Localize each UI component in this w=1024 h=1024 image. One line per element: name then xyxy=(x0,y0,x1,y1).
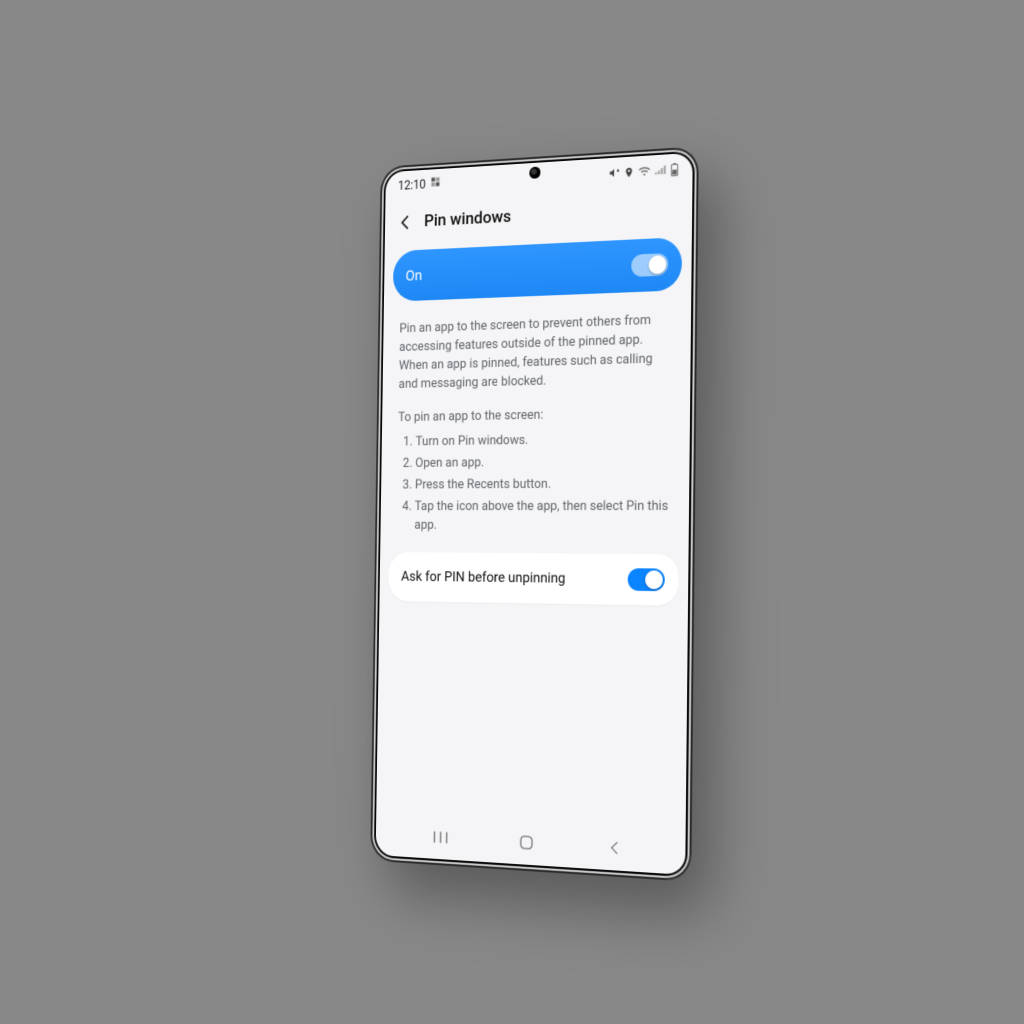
home-button[interactable] xyxy=(508,832,546,852)
howto-step: Open an app. xyxy=(415,452,672,473)
recents-button[interactable] xyxy=(423,828,460,846)
howto-step: Turn on Pin windows. xyxy=(415,430,672,452)
mute-icon xyxy=(608,166,620,179)
switch-knob xyxy=(645,571,663,590)
description-paragraph: Pin an app to the screen to prevent othe… xyxy=(398,311,673,394)
nav-back-button[interactable] xyxy=(595,838,634,857)
master-toggle-switch[interactable] xyxy=(631,253,668,277)
pin-windows-master-toggle[interactable]: On xyxy=(393,237,682,302)
ask-pin-label: Ask for PIN before unpinning xyxy=(401,569,566,587)
description-block: Pin an app to the screen to prevent othe… xyxy=(388,311,684,537)
battery-icon xyxy=(670,162,679,176)
page-title: Pin windows xyxy=(424,207,511,231)
ask-pin-setting[interactable]: Ask for PIN before unpinning xyxy=(388,553,678,607)
phone-frame: 12:10 xyxy=(370,146,699,882)
howto-steps: Turn on Pin windows. Open an app. Press … xyxy=(396,430,672,536)
signal-icon xyxy=(655,164,667,176)
howto-step: Press the Recents button. xyxy=(415,475,672,495)
wifi-icon xyxy=(638,165,651,177)
status-time: 12:10 xyxy=(398,177,426,193)
location-icon xyxy=(624,166,635,178)
screen: 12:10 xyxy=(376,153,693,875)
notification-icon xyxy=(430,176,441,192)
ask-pin-toggle-switch[interactable] xyxy=(628,569,665,592)
content-area: On Pin an app to the screen to prevent o… xyxy=(376,230,692,829)
back-button[interactable] xyxy=(397,213,413,231)
howto-step: Tap the icon above the app, then select … xyxy=(414,497,671,536)
howto-title: To pin an app to the screen: xyxy=(398,405,673,429)
master-toggle-label: On xyxy=(405,266,422,284)
switch-knob xyxy=(649,255,667,274)
